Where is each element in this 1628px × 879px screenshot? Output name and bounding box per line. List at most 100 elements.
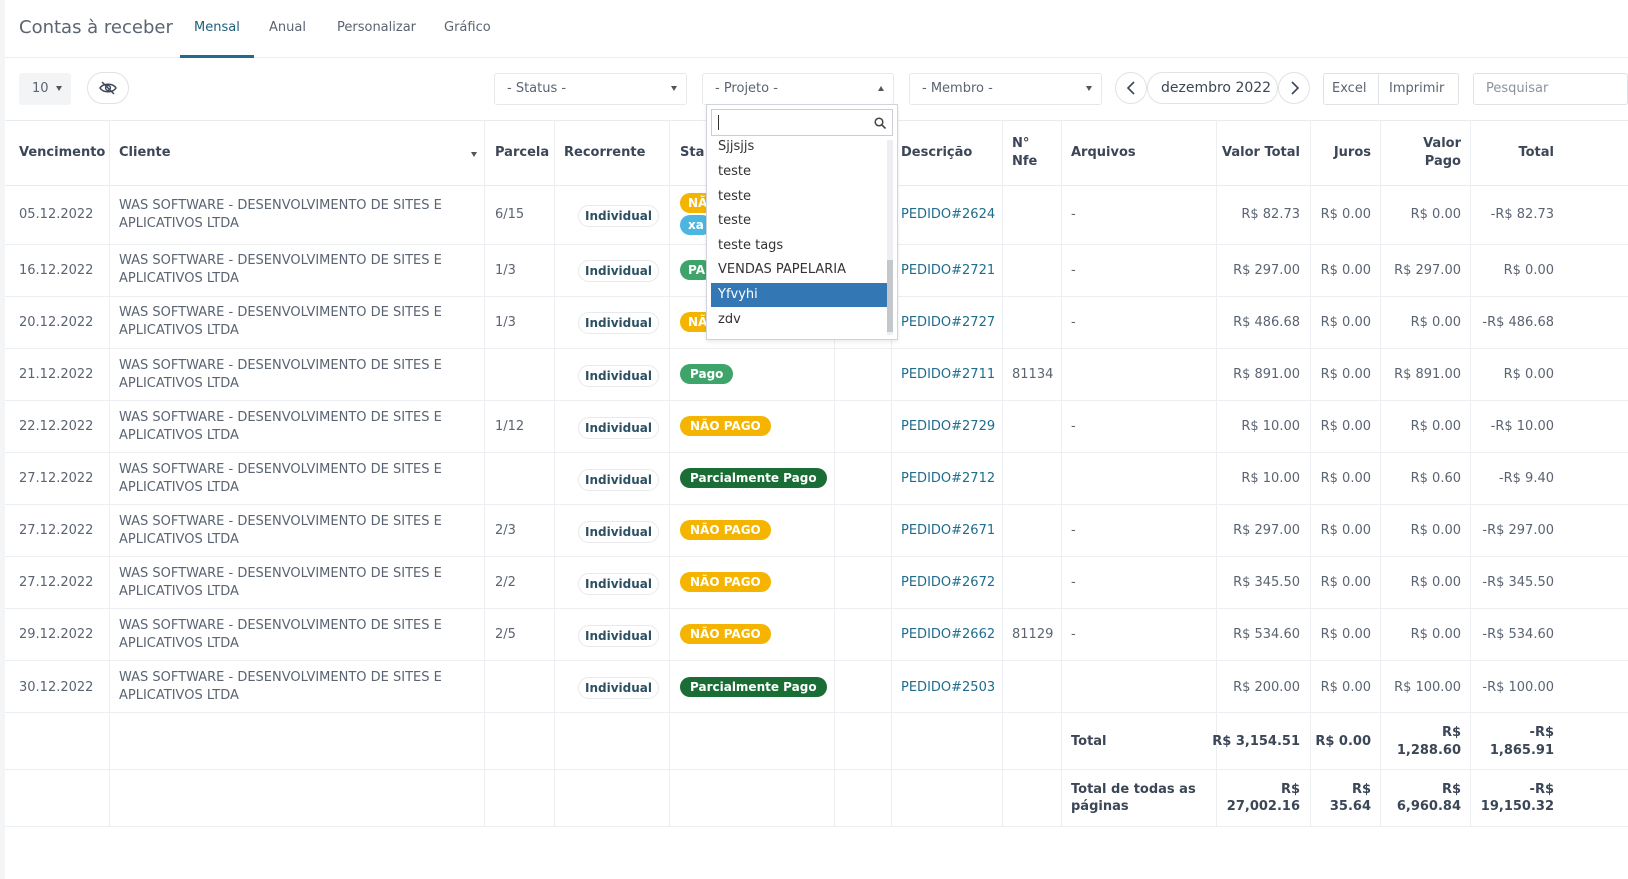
valor-pago-cell: R$ 0.00	[1410, 315, 1461, 330]
vencimento-cell: 30.12.2022	[19, 680, 94, 695]
valor-pago-cell: R$ 891.00	[1394, 367, 1461, 382]
total-all-juros-line2: 35.64	[1329, 799, 1371, 814]
descricao-link[interactable]: PEDIDO#2671	[901, 523, 995, 538]
valor-total-cell: R$ 200.00	[1233, 680, 1300, 695]
total-cell: -R$ 9.40	[1498, 471, 1554, 486]
cliente-line2: APLICATIVOS LTDA	[119, 584, 239, 599]
col-cliente[interactable]: Cliente	[119, 145, 171, 160]
status-badge: Parcialmente Pago	[680, 677, 827, 697]
col-recorrente[interactable]: Recorrente	[564, 145, 645, 160]
cliente-cell: WAS SOFTWARE - DESENVOLVIMENTO DE SITES …	[119, 669, 464, 705]
recorrente-tag: Individual	[578, 312, 659, 334]
col-valor-pago-line2[interactable]: Pago	[1425, 154, 1461, 169]
total-juros: R$ 0.00	[1315, 734, 1371, 749]
col-valor-total[interactable]: Valor Total	[1222, 145, 1300, 160]
col-parcela[interactable]: Parcela	[495, 145, 549, 160]
projeto-select-value: - Projeto -	[715, 81, 778, 96]
status-badge: NÃO PAGO	[680, 416, 771, 436]
col-vencimento[interactable]: Vencimento	[19, 145, 105, 160]
total-cell: R$ 0.00	[1503, 263, 1554, 278]
descricao-link[interactable]: PEDIDO#2729	[901, 419, 995, 434]
juros-cell: R$ 0.00	[1320, 471, 1371, 486]
total-cell: -R$ 100.00	[1482, 680, 1554, 695]
juros-cell: R$ 0.00	[1320, 207, 1371, 222]
tab-grafico[interactable]: Gráfico	[444, 20, 491, 35]
projeto-option[interactable]: teste	[711, 160, 887, 184]
valor-pago-cell: R$ 0.00	[1410, 207, 1461, 222]
chevron-down-icon	[56, 86, 62, 91]
prev-month-button[interactable]	[1115, 72, 1147, 104]
col-valor-pago-line1[interactable]: Valor	[1423, 136, 1461, 151]
valor-pago-cell: R$ 0.00	[1410, 575, 1461, 590]
totals-all-row	[5, 770, 1628, 827]
page-size-select[interactable]: 10	[19, 73, 71, 105]
descricao-link[interactable]: PEDIDO#2672	[901, 575, 995, 590]
projeto-select[interactable]: - Projeto -	[702, 73, 894, 105]
cliente-cell: WAS SOFTWARE - DESENVOLVIMENTO DE SITES …	[119, 197, 464, 233]
next-month-button[interactable]	[1278, 72, 1310, 104]
page-size-value: 10	[32, 81, 49, 96]
sort-desc-icon[interactable]	[471, 152, 477, 157]
projeto-option-selected[interactable]: Yfvyhi	[711, 283, 887, 307]
cliente-line1: WAS SOFTWARE - DESENVOLVIMENTO DE SITES …	[119, 198, 442, 213]
hide-columns-button[interactable]	[87, 72, 129, 104]
projeto-option[interactable]: zdv	[711, 308, 887, 332]
total-valor-total: R$ 3,154.51	[1212, 734, 1300, 749]
projeto-option[interactable]: teste tags	[711, 234, 887, 258]
chevron-down-icon	[1086, 86, 1092, 91]
projeto-option[interactable]: teste	[711, 185, 887, 209]
col-status[interactable]: Sta	[680, 145, 704, 160]
tab-anual[interactable]: Anual	[269, 20, 306, 35]
vencimento-cell: 27.12.2022	[19, 523, 94, 538]
cliente-cell: WAS SOFTWARE - DESENVOLVIMENTO DE SITES …	[119, 357, 464, 393]
projeto-search-input[interactable]	[711, 109, 893, 136]
total-cell: -R$ 345.50	[1482, 575, 1554, 590]
tab-mensal[interactable]: Mensal	[194, 20, 240, 35]
descricao-link[interactable]: PEDIDO#2503	[901, 680, 995, 695]
search-input[interactable]: Pesquisar	[1473, 73, 1628, 105]
cliente-line2: APLICATIVOS LTDA	[119, 271, 239, 286]
excel-button[interactable]: Excel	[1323, 73, 1379, 105]
total-all-valor-total-line2: 27,002.16	[1226, 799, 1300, 814]
cliente-cell: WAS SOFTWARE - DESENVOLVIMENTO DE SITES …	[119, 461, 464, 497]
status-select[interactable]: - Status -	[494, 73, 687, 105]
parcela-cell: 2/5	[495, 627, 516, 642]
projeto-option[interactable]: VENDAS PAPELARIA	[711, 258, 887, 282]
chevron-down-icon	[671, 86, 677, 91]
tab-personalizar[interactable]: Personalizar	[337, 20, 416, 35]
col-juros[interactable]: Juros	[1334, 145, 1371, 160]
col-arquivos[interactable]: Arquivos	[1071, 145, 1136, 160]
descricao-link[interactable]: PEDIDO#2624	[901, 207, 995, 222]
search-placeholder: Pesquisar	[1486, 81, 1549, 96]
membro-select[interactable]: - Membro -	[909, 73, 1102, 105]
excel-label: Excel	[1332, 81, 1367, 96]
total-all-valor-total-line1: R$	[1280, 782, 1300, 797]
projeto-option[interactable]: Sjjsjjs	[711, 135, 887, 159]
cliente-cell: WAS SOFTWARE - DESENVOLVIMENTO DE SITES …	[119, 565, 464, 601]
cliente-line1: WAS SOFTWARE - DESENVOLVIMENTO DE SITES …	[119, 410, 442, 425]
descricao-link[interactable]: PEDIDO#2712	[901, 471, 995, 486]
col-total[interactable]: Total	[1518, 145, 1554, 160]
valor-total-cell: R$ 345.50	[1233, 575, 1300, 590]
contas-receber-panel: Contas à receber Mensal Anual Personaliz…	[5, 0, 1628, 879]
col-nfe-line2[interactable]: Nfe	[1012, 154, 1037, 169]
cliente-cell: WAS SOFTWARE - DESENVOLVIMENTO DE SITES …	[119, 409, 464, 445]
cliente-cell: WAS SOFTWARE - DESENVOLVIMENTO DE SITES …	[119, 304, 464, 340]
arquivos-cell: -	[1071, 315, 1076, 330]
active-tab-indicator	[180, 55, 254, 58]
total-cell: -R$ 82.73	[1490, 207, 1554, 222]
imprimir-button[interactable]: Imprimir	[1378, 73, 1459, 105]
descricao-link[interactable]: PEDIDO#2727	[901, 315, 995, 330]
parcela-cell: 2/2	[495, 575, 516, 590]
dropdown-scrollbar-thumb[interactable]	[887, 260, 893, 332]
descricao-link[interactable]: PEDIDO#2662	[901, 627, 995, 642]
total-valor-pago-line2: 1,288.60	[1396, 743, 1461, 758]
projeto-option[interactable]: teste	[711, 209, 887, 233]
descricao-link[interactable]: PEDIDO#2711	[901, 367, 995, 382]
descricao-link[interactable]: PEDIDO#2721	[901, 263, 995, 278]
projeto-dropdown: Sjjsjjs teste teste teste teste tags VEN…	[706, 104, 898, 340]
col-descricao[interactable]: Descrição	[901, 145, 972, 160]
cliente-line1: WAS SOFTWARE - DESENVOLVIMENTO DE SITES …	[119, 462, 442, 477]
eye-off-icon	[99, 81, 117, 95]
col-nfe-line1[interactable]: N°	[1012, 136, 1029, 151]
